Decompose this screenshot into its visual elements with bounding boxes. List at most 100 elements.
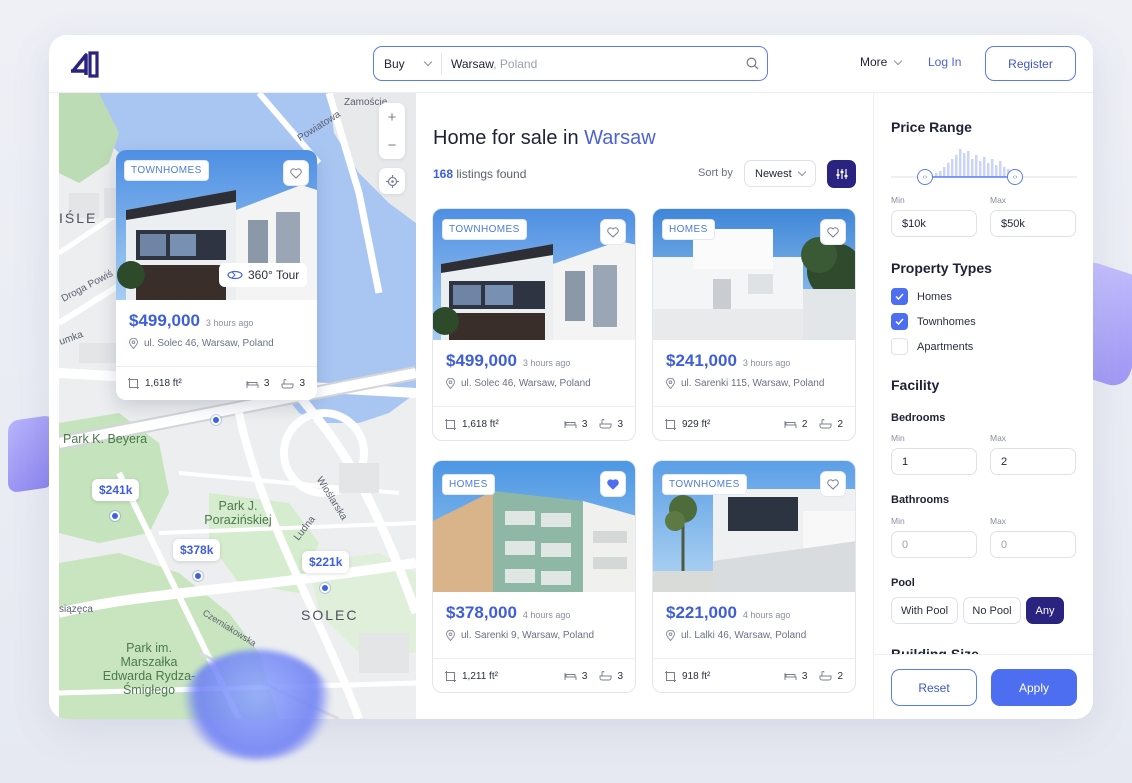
- listing-card[interactable]: HOMES $241,000 3 hours ago ul. Sarenki 11…: [652, 208, 856, 441]
- map-pin-dot-selected[interactable]: [211, 415, 221, 425]
- favorite-button[interactable]: [820, 219, 846, 245]
- bed-icon: [564, 673, 577, 680]
- checkbox-checked[interactable]: [891, 288, 908, 305]
- locate-button[interactable]: [379, 168, 405, 194]
- price-min-input[interactable]: $10k: [891, 210, 977, 237]
- listing-card[interactable]: TOWNHOMES $499,000 3 hours ago ul. Solec …: [432, 208, 636, 441]
- pool-option-no-pool[interactable]: No Pool: [963, 597, 1021, 624]
- crosshair-icon: [385, 174, 399, 188]
- favorite-button[interactable]: [820, 471, 846, 497]
- map-label-solec: SOLEC: [301, 607, 359, 623]
- listing-baths: 2: [837, 670, 843, 682]
- map-pin-dot[interactable]: [110, 511, 120, 521]
- listing-info: $378,000 4 hours ago ul. Sarenki 9, Warsa…: [433, 592, 635, 658]
- listing-count-suffix: listings found: [453, 167, 527, 181]
- listing-stats: 1,618 ft² 3 3: [116, 366, 317, 400]
- map-pin-dot[interactable]: [320, 583, 330, 593]
- decorative-cube-left: [8, 414, 54, 494]
- bathrooms-min-input[interactable]: 0: [891, 531, 977, 558]
- area-icon: [445, 418, 456, 430]
- register-button[interactable]: Register: [985, 46, 1076, 81]
- listing-baths: 2: [837, 418, 843, 430]
- search-input[interactable]: Warsaw, Poland: [442, 57, 737, 71]
- price-max-input[interactable]: $50k: [990, 210, 1076, 237]
- map-pin-dot[interactable]: [193, 571, 203, 581]
- listing-price: $499,000: [446, 351, 517, 370]
- zoom-controls: + −: [379, 103, 405, 159]
- listing-beds: 3: [263, 378, 270, 389]
- chevron-down-icon: [894, 56, 903, 65]
- sort-label: Sort by: [698, 167, 733, 179]
- property-type-apartments[interactable]: Apartments: [891, 338, 973, 355]
- bathrooms-max-input[interactable]: 0: [990, 531, 1076, 558]
- login-link[interactable]: Log In: [928, 55, 961, 69]
- bedrooms-max-label: Max: [990, 433, 1007, 443]
- bathrooms-max-label: Max: [990, 516, 1007, 526]
- area-icon: [665, 418, 676, 430]
- listing-baths: 3: [617, 670, 623, 682]
- price-max-handle[interactable]: ‹›: [1007, 169, 1023, 185]
- map-price-pin[interactable]: $241k: [92, 479, 140, 501]
- search-bar[interactable]: Buy Warsaw, Poland: [373, 46, 768, 81]
- listing-address: ul. Solec 46, Warsaw, Poland: [446, 378, 622, 389]
- search-icon[interactable]: [737, 57, 767, 70]
- property-type-label: Townhomes: [917, 315, 976, 328]
- bedrooms-max-input[interactable]: 2: [990, 448, 1076, 475]
- location-pin-icon: [666, 378, 675, 389]
- zoom-in-button[interactable]: +: [388, 109, 397, 126]
- app-window: Buy Warsaw, Poland More Log In Register: [49, 35, 1093, 719]
- listing-area: 929 ft²: [682, 418, 711, 430]
- logo-icon[interactable]: [69, 49, 101, 79]
- search-query-text: Warsaw: [451, 56, 494, 71]
- listing-area: 1,618 ft²: [145, 378, 182, 389]
- map-label-park-beyera: Park K. Beyera: [63, 432, 148, 446]
- listing-card[interactable]: TOWNHOMES $221,000 4 hours ago ul. Lalki …: [652, 460, 856, 693]
- price-min-handle[interactable]: ‹›: [917, 169, 933, 185]
- listing-area: 1,211 ft²: [462, 670, 498, 682]
- filters-footer: Reset Apply: [874, 654, 1093, 719]
- map-price-pin[interactable]: $221k: [302, 551, 350, 573]
- map-label-isle: IŚLE: [59, 210, 98, 226]
- listing-info: $499,000 3 hours ago ul. Solec 46, Warsaw…: [433, 340, 635, 406]
- reset-button[interactable]: Reset: [891, 669, 977, 706]
- bedrooms-min-input[interactable]: 1: [891, 448, 977, 475]
- listing-time: 4 hours ago: [522, 610, 571, 620]
- filter-toggle-button[interactable]: [827, 160, 856, 188]
- pool-option-with-pool[interactable]: With Pool: [891, 597, 958, 624]
- sort-value: Newest: [755, 167, 792, 180]
- sort-select[interactable]: Newest: [744, 160, 816, 187]
- map-listing-popup[interactable]: TOWNHOMES 360° Tour $499,000 3 hours ago …: [116, 150, 317, 400]
- property-type-townhomes[interactable]: Townhomes: [891, 313, 976, 330]
- favorite-button[interactable]: [283, 160, 309, 186]
- area-icon: [128, 378, 139, 389]
- bed-icon: [246, 380, 259, 388]
- listing-address-text: ul. Sarenki 115, Warsaw, Poland: [681, 378, 825, 389]
- map-label-park-porazinskiej: Park J. Porazińskiej: [204, 499, 272, 527]
- price-range-title: Price Range: [891, 119, 972, 135]
- pool-option-any[interactable]: Any: [1026, 597, 1064, 624]
- listing-beds: 3: [581, 670, 588, 682]
- apply-button[interactable]: Apply: [991, 669, 1077, 706]
- bed-icon: [784, 421, 797, 428]
- property-type-homes[interactable]: Homes: [891, 288, 952, 305]
- listing-info: $221,000 4 hours ago ul. Lalki 46, Warsaw…: [653, 592, 855, 658]
- checkbox-checked[interactable]: [891, 313, 908, 330]
- map-price-pin[interactable]: $378k: [173, 539, 221, 561]
- map-panel[interactable]: Zamoście Powiatowa IŚLE Droga Powiś umka…: [59, 93, 416, 719]
- heart-icon: [827, 226, 839, 238]
- favorite-button[interactable]: [600, 219, 626, 245]
- favorite-button[interactable]: [600, 471, 626, 497]
- search-mode-select[interactable]: Buy: [374, 53, 442, 74]
- listing-stats: 918 ft² 3 2: [653, 658, 855, 692]
- listing-card[interactable]: HOMES $378,000 4 hours ago ul. Sarenki 9,…: [432, 460, 636, 693]
- listing-address-text: ul. Sarenki 9, Warsaw, Poland: [461, 630, 595, 641]
- listing-photo: TOWNHOMES: [653, 461, 855, 592]
- listings-panel: Home for sale in Warsaw 168 listings fou…: [416, 93, 873, 719]
- bathrooms-min-label: Min: [891, 516, 905, 526]
- virtual-tour-badge[interactable]: 360° Tour: [219, 263, 308, 287]
- listing-beds: 3: [581, 418, 588, 430]
- zoom-out-button[interactable]: −: [388, 137, 397, 154]
- checkbox-unchecked[interactable]: [891, 338, 908, 355]
- listing-beds: 2: [801, 418, 808, 430]
- more-menu[interactable]: More: [860, 55, 903, 69]
